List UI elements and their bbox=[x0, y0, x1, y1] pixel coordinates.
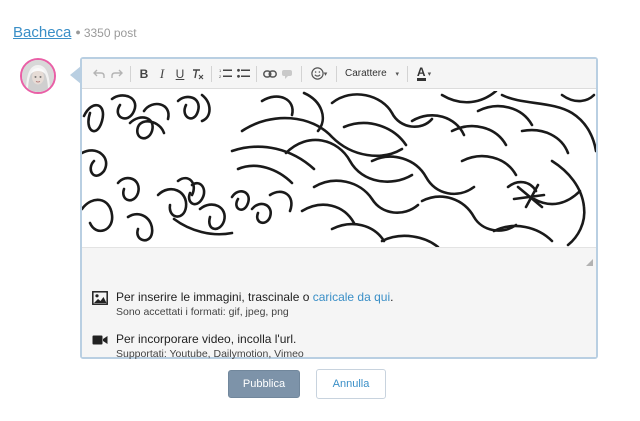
video-embed-text: Per incorporare video, incolla l'url. bbox=[116, 332, 297, 346]
image-upload-prefix: Per inserire le immagini, trascinale o bbox=[116, 290, 313, 304]
toolbar-separator bbox=[301, 65, 302, 82]
avatar-image bbox=[22, 60, 54, 92]
image-upload-text: Per inserire le immagini, trascinale o c… bbox=[116, 290, 393, 304]
editor-content-area[interactable] bbox=[82, 91, 596, 247]
header: Bacheca ● 3350 post bbox=[13, 24, 137, 41]
bullet-list-button[interactable] bbox=[234, 64, 252, 84]
toolbar-separator bbox=[407, 65, 408, 82]
unlink-button[interactable] bbox=[279, 64, 297, 84]
video-camera-icon bbox=[92, 335, 108, 345]
post-count: 3350 post bbox=[83, 26, 137, 40]
underline-button[interactable]: U bbox=[171, 64, 189, 84]
toolbar-separator bbox=[336, 65, 337, 82]
chevron-down-icon: ▾ bbox=[323, 70, 328, 78]
link-button[interactable] bbox=[261, 64, 279, 84]
bold-button[interactable]: B bbox=[135, 64, 153, 84]
cancel-button[interactable]: Annulla bbox=[316, 369, 386, 399]
svg-text:2: 2 bbox=[219, 74, 222, 79]
separator-dot: ● bbox=[75, 27, 81, 37]
svg-text:1: 1 bbox=[219, 68, 222, 73]
post-editor: B I U 1 2 ▾ Carattere ▾ A ▾ Per inserire… bbox=[80, 57, 598, 360]
clear-format-icon bbox=[193, 68, 204, 79]
text-color-button[interactable]: A ▾ bbox=[412, 64, 436, 84]
ordered-list-icon: 1 2 bbox=[219, 68, 232, 79]
video-embed-info: Per incorporare video, incolla l'url. Su… bbox=[92, 332, 304, 361]
resize-handle[interactable] bbox=[586, 259, 593, 266]
publish-button[interactable]: Pubblica bbox=[228, 370, 300, 398]
ordered-list-button[interactable]: 1 2 bbox=[216, 64, 234, 84]
bullet-list-icon bbox=[236, 68, 250, 78]
board-link[interactable]: Bacheca bbox=[13, 24, 71, 41]
toolbar-separator bbox=[130, 65, 131, 82]
smiley-icon bbox=[311, 67, 324, 80]
doodle-image bbox=[82, 91, 596, 247]
emoji-button[interactable]: ▾ bbox=[306, 64, 332, 84]
editor-info-panel: Per inserire le immagini, trascinale o c… bbox=[82, 269, 596, 360]
unlink-icon bbox=[282, 69, 292, 79]
undo-button[interactable] bbox=[90, 64, 108, 84]
image-upload-info: Per inserire le immagini, trascinale o c… bbox=[92, 290, 393, 319]
chevron-down-icon: ▾ bbox=[427, 70, 432, 78]
text-color-icon: A bbox=[416, 65, 426, 81]
redo-icon bbox=[111, 69, 123, 78]
upload-link[interactable]: caricale da qui bbox=[313, 290, 390, 304]
clear-format-button[interactable] bbox=[189, 64, 207, 84]
redo-button[interactable] bbox=[108, 64, 126, 84]
video-supported-text: Supportati: Youtube, Dailymotion, Vimeo bbox=[116, 348, 304, 360]
undo-icon bbox=[93, 69, 105, 78]
font-select-label: Carattere bbox=[345, 68, 387, 79]
image-upload-suffix: . bbox=[390, 290, 394, 304]
italic-button[interactable]: I bbox=[153, 64, 171, 84]
toolbar-separator bbox=[256, 65, 257, 82]
image-formats-text: Sono accettati i formati: gif, jpeg, png bbox=[116, 306, 289, 318]
toolbar-separator bbox=[211, 65, 212, 82]
editor-toolbar: B I U 1 2 ▾ Carattere ▾ A ▾ bbox=[82, 59, 596, 89]
link-icon bbox=[263, 69, 277, 78]
avatar[interactable] bbox=[20, 58, 56, 94]
font-family-select[interactable]: Carattere ▾ bbox=[341, 64, 403, 84]
image-icon bbox=[92, 291, 108, 305]
chevron-down-icon: ▾ bbox=[395, 70, 399, 78]
editor-resize-bar bbox=[82, 247, 596, 269]
form-actions: Pubblica Annulla bbox=[228, 369, 386, 399]
